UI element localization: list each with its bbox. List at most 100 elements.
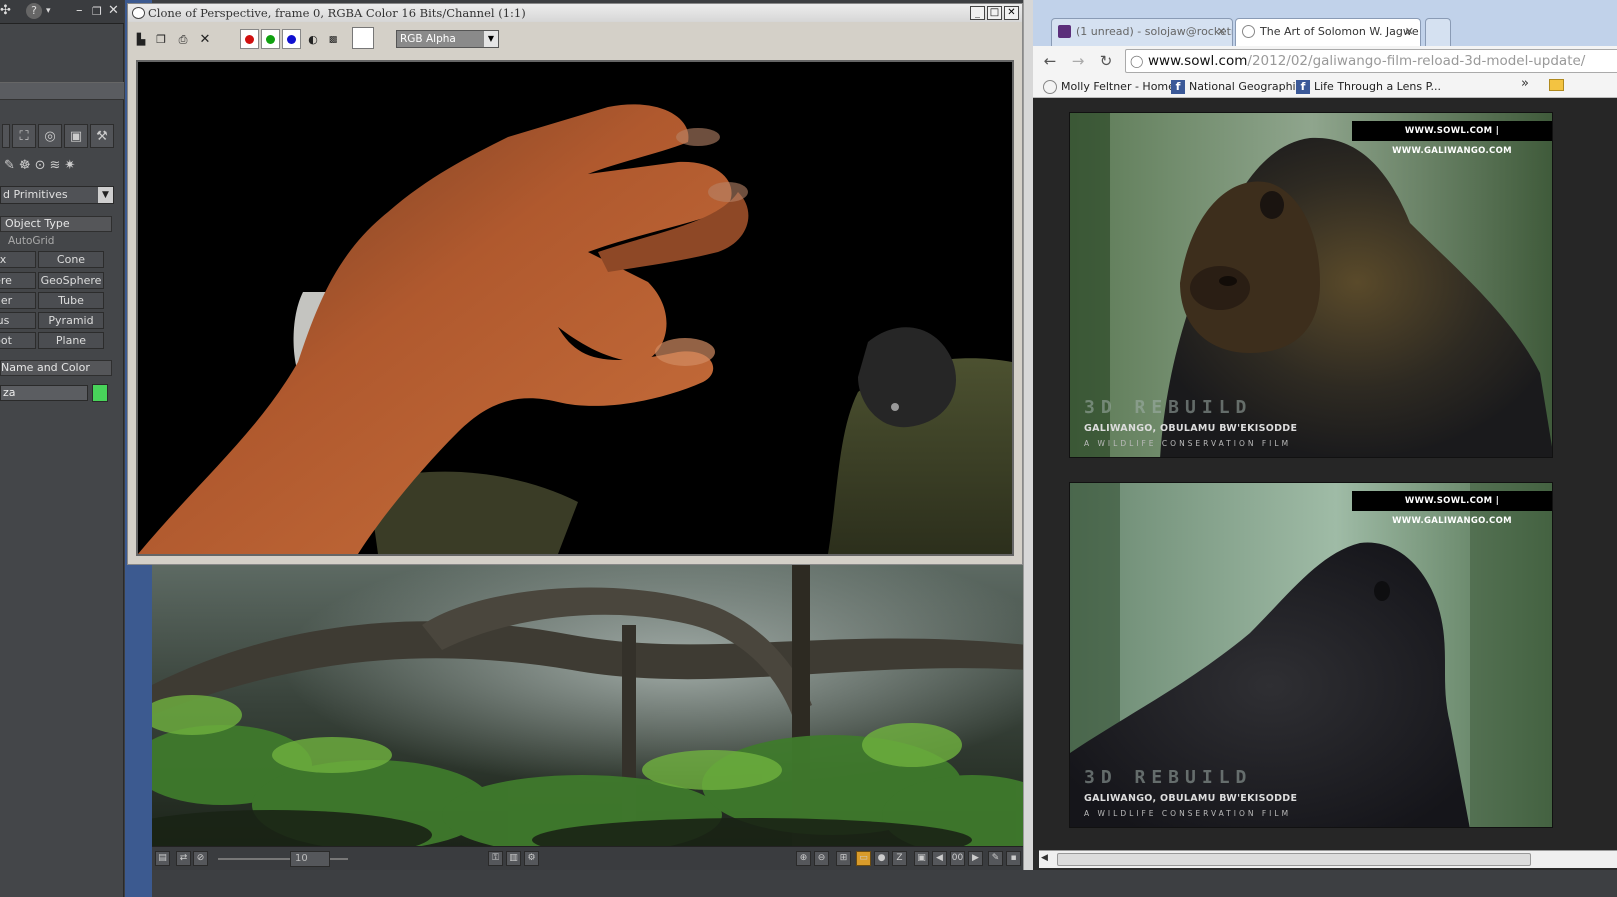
settings-icon[interactable]: ⚙ [524,851,539,866]
gallery-image-gorilla-front[interactable]: WWW.SOWL.COM | WWW.GALIWANGO.COM 3D REBU… [1069,112,1553,458]
tab-mail[interactable]: (1 unread) - solojaw@rocketm ✕ [1051,18,1233,46]
render-viewport[interactable] [136,60,1014,556]
close-tab-icon[interactable]: ✕ [1217,19,1226,45]
facebook-icon: f [1171,80,1185,94]
motion-icon[interactable]: ◎ [38,124,62,148]
scroll-left-icon[interactable]: ◀ [1041,853,1048,863]
tab-create-partial[interactable] [2,124,10,148]
bookmark-life-through-lens[interactable]: f Life Through a Lens P... [1296,79,1441,95]
horizontal-scrollbar[interactable]: ◀ [1039,850,1617,868]
primitives-dropdown[interactable]: d Primitives ▼ [0,186,114,204]
spacewarp-icon[interactable]: ≋ [49,158,60,180]
close-button[interactable]: ✕ [1004,6,1019,20]
record-icon[interactable]: ● [874,851,889,866]
cone-button[interactable]: Cone [38,251,104,268]
object-name-field[interactable]: za [0,385,88,401]
save-image-icon[interactable]: ▙ [134,33,148,47]
folder-icon[interactable] [1549,79,1564,91]
chevron-down-icon[interactable]: ▾ [46,6,51,16]
reload-icon[interactable]: ↻ [1095,50,1117,72]
scrollbar-thumb[interactable] [1057,853,1531,866]
minimize-icon[interactable]: – [76,3,83,18]
url-input[interactable]: ◯ www.sowl.com/2012/02/galiwango-film-re… [1125,49,1617,73]
frame-counter-icon[interactable]: 00 [950,851,965,866]
teapot-button[interactable]: oot [0,332,36,349]
autogrid-checkbox[interactable]: AutoGrid [8,235,54,247]
shapes-icon[interactable]: ✎ [4,158,15,180]
layers-icon[interactable]: ▤ [155,851,170,866]
frame-number-field[interactable]: 10 [290,851,330,867]
key-mode-icon[interactable]: ▣ [914,851,929,866]
rollout-name-color[interactable]: Name and Color [0,360,112,376]
camera-icon[interactable]: ⊙ [35,158,46,180]
max-bottom-toolbar: ▤ ⇄ ⊘ 10 ⚿ ▥ ⚙ ⊕ ⊖ ⊞ ▭ ● Z ▣ ◀ 00 ▶ ✎ ▪ [152,846,1027,870]
more-bookmarks-icon[interactable]: » [1521,76,1529,91]
key-filter-icon[interactable]: ⚿ [488,851,503,866]
browser-tab-bar: (1 unread) - solojaw@rocketm ✕ The Art o… [1033,0,1617,46]
sphere-button[interactable]: ere [0,272,36,289]
chevron-down-icon[interactable]: ▼ [484,31,498,47]
facebook-icon: f [1296,80,1310,94]
save-icon[interactable]: ▪ [1006,851,1021,866]
cylinder-button[interactable]: der [0,292,36,309]
plane-button[interactable]: Plane [38,332,104,349]
frame-toolbar: ▙ ❐ ⎙ ✕ ◐ ▩ RGB Alpha ▼ [128,24,1022,54]
zoom-icon[interactable]: ⊕ [796,851,811,866]
snap-icon[interactable]: ⊘ [193,851,208,866]
region-icon[interactable]: ⊞ [836,851,851,866]
red-channel-toggle[interactable] [240,29,259,49]
dropdown-value: d Primitives [3,188,68,201]
new-tab-button[interactable] [1425,18,1451,46]
close-tab-icon[interactable]: ✕ [1405,19,1414,45]
z-axis-icon[interactable]: Z [892,851,907,866]
render-frame-icon[interactable]: ▭ [856,851,871,866]
zoom-all-icon[interactable]: ⊖ [814,851,829,866]
bookmark-molly-feltner[interactable]: Molly Feltner - Home [1043,79,1175,95]
hierarchy-icon[interactable]: ⛶ [12,124,36,148]
torus-button[interactable]: us [0,312,36,329]
tube-button[interactable]: Tube [38,292,104,309]
globe-icon [1242,25,1255,38]
channel-select[interactable]: RGB Alpha ▼ [396,30,499,48]
print-icon[interactable]: ⎙ [176,33,190,47]
clear-icon[interactable]: ✕ [198,33,212,47]
green-channel-toggle[interactable] [261,29,280,49]
back-arrow-icon[interactable]: ← [1039,50,1061,72]
restore-icon[interactable]: ❐ [92,5,102,18]
frame-window-titlebar[interactable]: Clone of Perspective, frame 0, RGBA Colo… [128,4,1022,22]
close-icon[interactable]: ✕ [108,3,119,18]
jungle-render-viewport[interactable] [152,565,1027,846]
object-color-swatch[interactable] [92,384,108,402]
pyramid-button[interactable]: Pyramid [38,312,104,329]
gallery-image-gorilla-back[interactable]: WWW.SOWL.COM | WWW.GALIWANGO.COM 3D REBU… [1069,482,1553,828]
blue-channel-toggle[interactable] [282,29,301,49]
forward-arrow-icon[interactable]: → [1067,50,1089,72]
chevron-down-icon[interactable]: ▼ [98,187,113,203]
tools-icon[interactable]: ✣ [0,3,11,18]
clone-window-icon[interactable]: ❐ [154,33,168,47]
swatch-color-box[interactable] [352,27,374,49]
edit-icon[interactable]: ✎ [988,851,1003,866]
prev-frame-icon[interactable]: ◀ [932,851,947,866]
geosphere-button[interactable]: GeoSphere [38,272,104,289]
utilities-hammer-icon[interactable]: ⚒ [90,124,114,148]
mail-icon [1058,25,1071,38]
page-info-icon[interactable]: ◯ [1130,50,1143,72]
box-button[interactable]: x [0,251,36,268]
monochrome-icon[interactable]: ▩ [326,33,340,47]
systems-icon[interactable]: ✷ [64,158,75,180]
display-icon[interactable]: ▣ [64,124,88,148]
trash-icon[interactable]: ▥ [506,851,521,866]
alpha-channel-icon[interactable]: ◐ [306,33,320,47]
next-frame-icon[interactable]: ▶ [968,851,983,866]
maximize-button[interactable]: □ [987,6,1002,20]
bookmark-national-geographic[interactable]: f National Geographic [1171,79,1302,95]
tab-label: (1 unread) - solojaw@rocketm [1076,25,1233,38]
rollout-object-type[interactable]: Object Type [0,216,112,232]
swap-icon[interactable]: ⇄ [176,851,191,866]
lights-icon[interactable]: ☸ [19,158,31,180]
minimize-button[interactable]: _ [970,6,985,20]
help-icon[interactable]: ? [26,3,42,19]
page-content: WWW.SOWL.COM | WWW.GALIWANGO.COM 3D REBU… [1033,98,1617,850]
tab-art-solomon[interactable]: The Art of Solomon W. Jagwe ✕ [1235,18,1421,46]
